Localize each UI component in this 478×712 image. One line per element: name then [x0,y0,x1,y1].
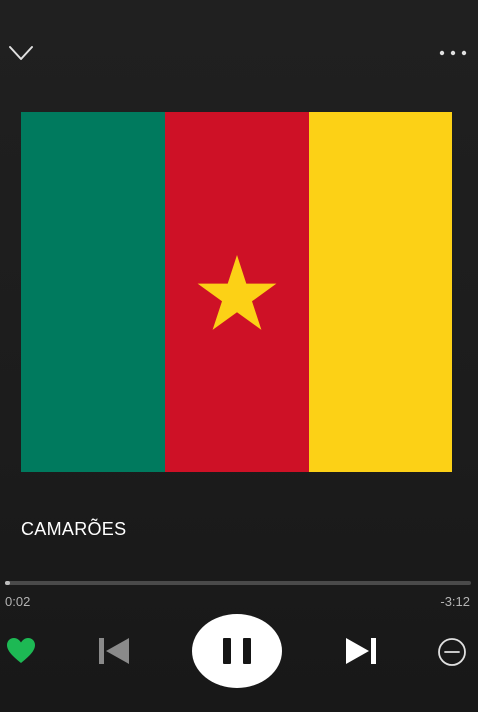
progress-fill [5,581,10,585]
pause-icon [223,638,251,664]
minus-circle-icon[interactable] [436,636,468,668]
skip-previous-icon[interactable] [96,634,132,668]
now-playing-screen: CAMARÕES 0:02 -3:12 [0,0,478,712]
top-bar [0,0,478,100]
skip-next-icon[interactable] [343,634,379,668]
more-horizontal-icon[interactable] [436,44,470,62]
track-title: CAMARÕES [21,519,127,539]
remaining-time: -3:12 [440,594,470,609]
progress-bar[interactable] [5,581,471,585]
flag-green-stripe [21,112,165,472]
heart-icon[interactable] [5,636,37,666]
chevron-down-icon[interactable] [6,40,36,66]
flag-yellow-stripe [309,112,452,472]
play-pause-button[interactable] [192,614,282,688]
album-artwork [21,112,452,472]
elapsed-time: 0:02 [5,594,31,609]
